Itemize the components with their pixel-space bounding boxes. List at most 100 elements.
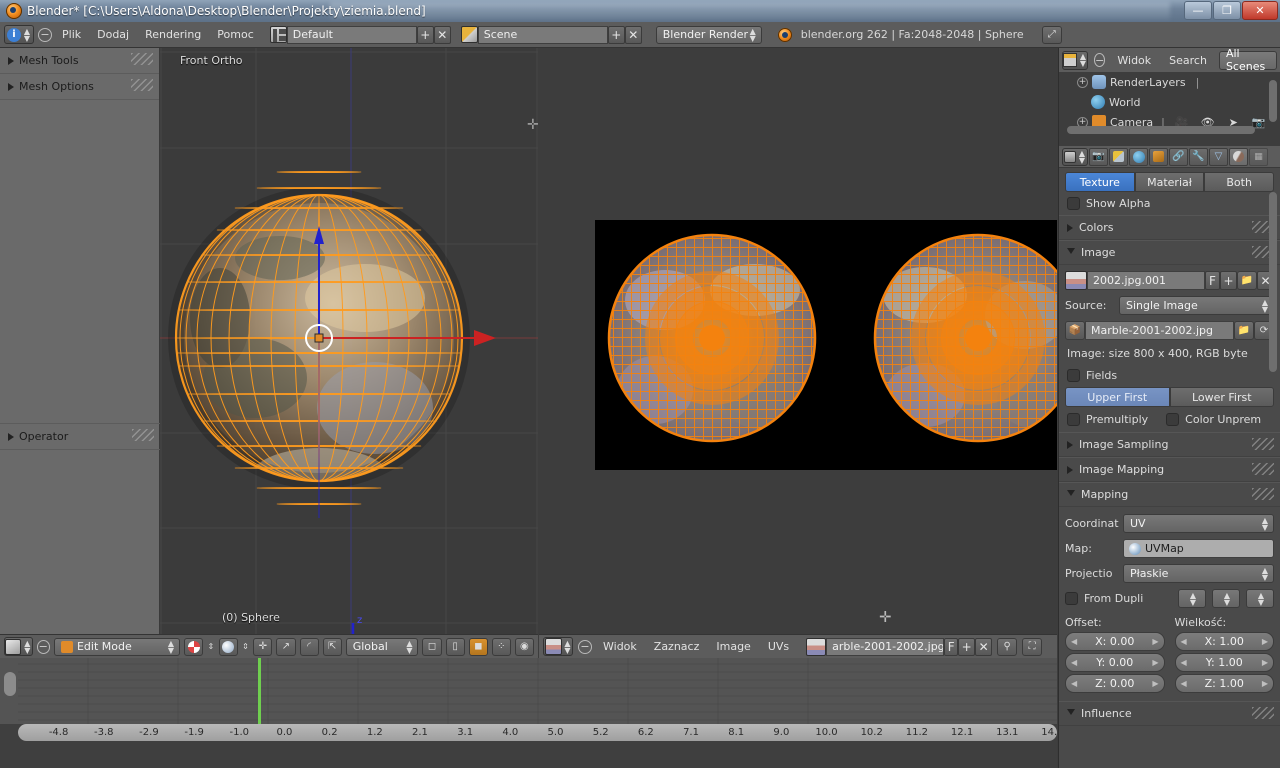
uv-image-field[interactable]: arble-2001-2002.jpg xyxy=(826,637,945,656)
face-select-mode-icon[interactable]: ◼ xyxy=(468,637,488,656)
vertex-select-mode-icon[interactable]: ◻ xyxy=(422,637,442,656)
outliner-menu-widok[interactable]: Widok xyxy=(1111,52,1157,69)
screen-layout-field[interactable]: Default xyxy=(286,25,417,44)
fields-row[interactable]: Fields xyxy=(1059,360,1280,387)
coordinates-row[interactable]: Coordinat UV ▲ ▼ xyxy=(1065,514,1274,533)
from-dupli-checkbox[interactable] xyxy=(1065,592,1078,605)
uv-unlink-image-button[interactable]: ✕ xyxy=(975,637,993,656)
minimize-button[interactable]: — xyxy=(1184,1,1212,20)
show-alpha-row[interactable]: Show Alpha xyxy=(1059,192,1280,215)
screen-layout-icon[interactable] xyxy=(269,26,287,43)
panel-mesh-tools[interactable]: Mesh Tools xyxy=(0,48,159,74)
editor-type-selector-uv[interactable]: ▲ ▼ xyxy=(543,637,573,656)
uv-menu-image[interactable]: Image xyxy=(710,638,756,655)
section-influence[interactable]: Influence xyxy=(1059,701,1280,726)
image-new-button[interactable]: + xyxy=(1220,271,1237,290)
uv-fake-user-button[interactable]: F xyxy=(944,637,959,656)
pivot-point-icon[interactable] xyxy=(218,637,238,656)
increment-icon[interactable]: ▶ xyxy=(1262,658,1268,667)
add-scene-button[interactable]: + xyxy=(607,25,625,44)
properties-tab-world[interactable] xyxy=(1129,147,1148,166)
decrement-icon[interactable]: ◀ xyxy=(1181,637,1187,646)
properties-tab-object[interactable] xyxy=(1149,147,1168,166)
expand-icon[interactable]: + xyxy=(1077,76,1088,88)
filepath-open-icon[interactable]: 📁 xyxy=(1234,321,1254,340)
size-z-field[interactable]: ◀ Z: 1.00 ▶ xyxy=(1174,674,1274,693)
outliner-row-renderlayers[interactable]: + RenderLayers | xyxy=(1059,72,1280,92)
decrement-icon[interactable]: ◀ xyxy=(1071,658,1077,667)
image-browse-icon[interactable] xyxy=(806,637,827,656)
image-datablock-row[interactable]: 2002.jpg.001 F + 📁 ✕ xyxy=(1065,271,1274,290)
source-dropdown[interactable]: Single Image ▲ ▼ xyxy=(1119,296,1274,315)
decrement-icon[interactable]: ◀ xyxy=(1071,679,1077,688)
transform-orientation-dropdown[interactable]: Global ▲ ▼ xyxy=(345,637,419,656)
segment-upper-first[interactable]: Upper First xyxy=(1065,387,1170,407)
offset-z-field[interactable]: ◀ Z: 0.00 ▶ xyxy=(1065,674,1165,693)
projection-dropdown[interactable]: Płaskie ▲ ▼ xyxy=(1123,564,1274,583)
projection-row[interactable]: Projectio Płaskie ▲ ▼ xyxy=(1065,564,1274,583)
color-unprem-checkbox[interactable] xyxy=(1166,413,1180,426)
map-row[interactable]: Map: UVMap xyxy=(1065,539,1274,558)
uv-menu-uvs[interactable]: UVs xyxy=(762,638,795,655)
window-controls[interactable]: — ❐ ✕ xyxy=(1184,1,1278,20)
offset-x-field[interactable]: ◀ X: 0.00 ▶ xyxy=(1065,632,1165,651)
decrement-icon[interactable]: ◀ xyxy=(1181,658,1187,667)
occlude-geometry-icon[interactable]: ⁘ xyxy=(491,637,511,656)
viewport-3d-canvas[interactable]: Front Ortho (0) Sphere z x ✛ xyxy=(160,48,538,634)
translate-manipulator-icon[interactable]: ✛ xyxy=(253,637,273,656)
properties-tab-texture[interactable]: ▦ xyxy=(1249,147,1268,166)
collapse-menus-icon[interactable]: − xyxy=(578,639,592,654)
tool-shelf[interactable]: Mesh Tools Mesh Options Operator xyxy=(0,48,160,634)
menu-pomoc[interactable]: Pomoc xyxy=(211,26,259,43)
map-field[interactable]: UVMap xyxy=(1123,539,1274,558)
image-open-folder-icon[interactable]: 📁 xyxy=(1237,271,1257,290)
size-x-field[interactable]: ◀ X: 1.00 ▶ xyxy=(1174,632,1274,651)
menu-rendering[interactable]: Rendering xyxy=(139,26,207,43)
image-browse-icon[interactable] xyxy=(1065,271,1087,290)
premultiply-row[interactable]: Premultiply Color Unprem xyxy=(1059,407,1280,432)
scene-field[interactable]: Scene xyxy=(477,25,608,44)
uv-add-image-button[interactable]: + xyxy=(958,637,976,656)
interaction-mode-dropdown[interactable]: Edit Mode ▲ ▼ xyxy=(53,637,180,656)
segment-lower-first[interactable]: Lower First xyxy=(1169,387,1274,407)
maximize-button[interactable]: ❐ xyxy=(1213,1,1241,20)
editor-type-selector[interactable]: i ▲ ▼ xyxy=(4,25,34,44)
premultiply-checkbox[interactable] xyxy=(1067,413,1080,426)
sequencer-canvas[interactable] xyxy=(0,658,1057,724)
editor-type-selector-outliner[interactable]: ▲ ▼ xyxy=(1062,50,1088,70)
section-image[interactable]: Image xyxy=(1059,240,1280,265)
scale-manipulator-icon[interactable]: ◜ xyxy=(299,637,319,656)
manipulator-toggle-icon[interactable]: ⇱ xyxy=(322,637,342,656)
coordinates-dropdown[interactable]: UV ▲ ▼ xyxy=(1123,514,1274,533)
rotate-manipulator-icon[interactable]: ↗ xyxy=(276,637,296,656)
panel-operator[interactable]: Operator xyxy=(0,423,160,450)
filepath-field[interactable]: Marble-2001-2002.jpg xyxy=(1085,321,1234,340)
section-image-mapping[interactable]: Image Mapping xyxy=(1059,457,1280,482)
filepath-row[interactable]: 📦 Marble-2001-2002.jpg 📁 ⟳ xyxy=(1065,321,1274,340)
delete-screen-button[interactable]: ✕ xyxy=(433,25,451,44)
sequencer-editor[interactable]: -4.8 -3.8 -2.9 -1.9 -1.0 0.0 0.2 1.2 2.1 3.1 4.0 5.… xyxy=(0,658,1057,768)
scene-browse-icon[interactable] xyxy=(460,26,478,43)
section-colors[interactable]: Colors xyxy=(1059,215,1280,240)
uv-menu-zaznacz[interactable]: Zaznacz xyxy=(648,638,706,655)
decrement-icon[interactable]: ◀ xyxy=(1181,679,1187,688)
outliner-menu-search[interactable]: Search xyxy=(1163,52,1213,69)
properties-tab-data[interactable]: ▽ xyxy=(1209,147,1228,166)
increment-icon[interactable]: ▶ xyxy=(1152,679,1158,688)
collapse-menus-icon[interactable]: − xyxy=(38,27,52,42)
section-image-sampling[interactable]: Image Sampling xyxy=(1059,432,1280,457)
playhead-marker[interactable] xyxy=(258,658,261,724)
properties-tab-material[interactable] xyxy=(1229,147,1248,166)
segment-material[interactable]: Materiał xyxy=(1134,172,1205,192)
close-button[interactable]: ✕ xyxy=(1242,1,1278,20)
menu-dodaj[interactable]: Dodaj xyxy=(91,26,135,43)
increment-icon[interactable]: ▶ xyxy=(1152,658,1158,667)
viewport-shading-icon[interactable] xyxy=(183,637,204,656)
section-mapping[interactable]: Mapping xyxy=(1059,482,1280,507)
panel-mesh-options[interactable]: Mesh Options xyxy=(0,74,159,100)
show-alpha-checkbox[interactable] xyxy=(1067,197,1080,210)
properties-editor[interactable]: ▲ ▼ 📷 🔗 🔧 ▽ ▦ Texture Materiał Both Show… xyxy=(1058,146,1280,768)
decrement-icon[interactable]: ◀ xyxy=(1071,637,1077,646)
uv-image-editor[interactable]: ✛ xyxy=(539,48,1057,634)
delete-scene-button[interactable]: ✕ xyxy=(624,25,642,44)
